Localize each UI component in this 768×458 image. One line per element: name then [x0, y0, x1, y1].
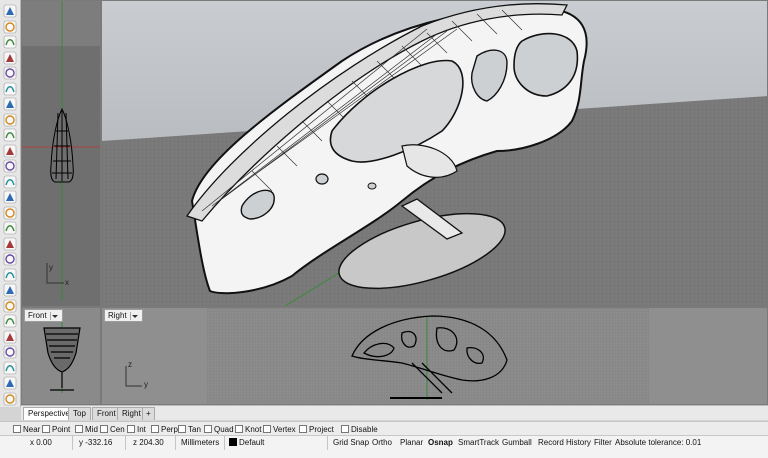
- rectangle-icon[interactable]: [3, 51, 17, 65]
- arc-icon[interactable]: [3, 82, 17, 96]
- checkbox-icon[interactable]: [13, 425, 21, 433]
- checkbox-icon[interactable]: [100, 425, 108, 433]
- curve-icon[interactable]: [3, 20, 17, 34]
- osnap-cen[interactable]: Cen: [100, 424, 125, 434]
- osnap-bar: Near Point Mid Cen Int Perp Tan Quad Kno…: [0, 421, 768, 436]
- front-viewport-title: Front: [28, 311, 47, 320]
- viewport-top[interactable]: y x: [21, 0, 101, 307]
- perspective-view-geometry: [102, 1, 767, 306]
- right-viewport-label[interactable]: Right: [104, 309, 143, 322]
- viewport-tab-bar: Perspective Top Front Right +: [21, 405, 768, 420]
- front-viewport-label[interactable]: Front: [24, 309, 63, 322]
- osnap-perp[interactable]: Perp: [151, 424, 178, 434]
- osnap-quad[interactable]: Quad: [204, 424, 234, 434]
- right-view-geometry: [102, 308, 767, 404]
- dimension-icon[interactable]: [3, 376, 17, 390]
- checkbox-icon[interactable]: [204, 425, 212, 433]
- units-display[interactable]: Millimeters: [181, 437, 219, 449]
- osnap-tan[interactable]: Tan: [178, 424, 201, 434]
- rotate-icon[interactable]: [3, 252, 17, 266]
- coord-x: x 0.00: [30, 438, 52, 447]
- osnap-int[interactable]: Int: [127, 424, 146, 434]
- ellipse-icon[interactable]: [3, 97, 17, 111]
- front-view-geometry: [22, 308, 100, 404]
- mesh-icon[interactable]: [3, 206, 17, 220]
- osnap-knot[interactable]: Knot: [235, 424, 261, 434]
- box-icon[interactable]: [3, 175, 17, 189]
- right-viewport-title: Right: [108, 311, 127, 320]
- text-icon[interactable]: [3, 392, 17, 406]
- checkbox-icon[interactable]: [42, 425, 50, 433]
- status-bar: x 0.00 y -332.16 z 204.30 Millimeters De…: [0, 435, 768, 458]
- polyline-icon[interactable]: [3, 35, 17, 49]
- layer-display[interactable]: Default: [229, 437, 264, 449]
- mirror-icon[interactable]: [3, 283, 17, 297]
- coord-z: z 204.30: [133, 438, 164, 447]
- trim-icon[interactable]: [3, 345, 17, 359]
- right-axis-z-label: z: [128, 360, 132, 369]
- checkbox-icon[interactable]: [75, 425, 83, 433]
- add-viewport-tab-button[interactable]: +: [142, 407, 155, 420]
- absolute-tolerance: Absolute tolerance: 0.01: [615, 438, 702, 447]
- circle-icon[interactable]: [3, 66, 17, 80]
- sphere-icon[interactable]: [3, 190, 17, 204]
- surface-icon[interactable]: [3, 113, 17, 127]
- top-axis-y-label: y: [49, 263, 53, 272]
- checkbox-icon[interactable]: [263, 425, 271, 433]
- split-icon[interactable]: [3, 361, 17, 375]
- tab-top[interactable]: Top: [68, 407, 91, 420]
- osnap-near[interactable]: Near: [13, 424, 40, 434]
- transform-icon[interactable]: [3, 221, 17, 235]
- gumball-toggle[interactable]: Gumball: [502, 437, 532, 449]
- viewport-perspective[interactable]: [101, 0, 768, 307]
- chevron-down-icon[interactable]: [49, 311, 59, 320]
- grid-snap-toggle[interactable]: Grid Snap: [333, 437, 369, 449]
- top-axis-x-label: x: [65, 278, 69, 287]
- osnap-mid[interactable]: Mid: [75, 424, 98, 434]
- checkbox-icon[interactable]: [299, 425, 307, 433]
- smarttrack-toggle[interactable]: SmartTrack: [458, 437, 499, 449]
- checkbox-icon[interactable]: [178, 425, 186, 433]
- boolean-icon[interactable]: [3, 314, 17, 328]
- osnap-project[interactable]: Project: [299, 424, 334, 434]
- top-view-geometry: [22, 1, 100, 306]
- osnap-point[interactable]: Point: [42, 424, 70, 434]
- coord-y: y -332.16: [79, 438, 113, 447]
- right-axis-y-label: y: [144, 380, 148, 389]
- record-history-toggle[interactable]: Record History: [538, 437, 591, 449]
- extrude-icon[interactable]: [3, 144, 17, 158]
- loft-icon[interactable]: [3, 128, 17, 142]
- solid-icon[interactable]: [3, 159, 17, 173]
- filter-toggle[interactable]: Filter: [594, 437, 612, 449]
- ortho-toggle[interactable]: Ortho: [372, 437, 392, 449]
- osnap-vertex[interactable]: Vertex: [263, 424, 296, 434]
- checkbox-icon[interactable]: [341, 425, 349, 433]
- layer-color-swatch: [229, 438, 237, 446]
- fillet-icon[interactable]: [3, 330, 17, 344]
- viewport-right[interactable]: z y Right: [101, 307, 768, 405]
- scale-icon[interactable]: [3, 268, 17, 282]
- chevron-down-icon[interactable]: [129, 311, 139, 320]
- osnap-toggle[interactable]: Osnap: [428, 437, 453, 449]
- move-icon[interactable]: [3, 237, 17, 251]
- osnap-disable[interactable]: Disable: [341, 424, 378, 434]
- array-icon[interactable]: [3, 299, 17, 313]
- checkbox-icon[interactable]: [127, 425, 135, 433]
- checkbox-icon[interactable]: [235, 425, 243, 433]
- viewport-front[interactable]: Front: [21, 307, 101, 405]
- command-toolbar: [0, 0, 21, 407]
- checkbox-icon[interactable]: [151, 425, 159, 433]
- select-icon[interactable]: [3, 4, 17, 18]
- planar-toggle[interactable]: Planar: [400, 437, 423, 449]
